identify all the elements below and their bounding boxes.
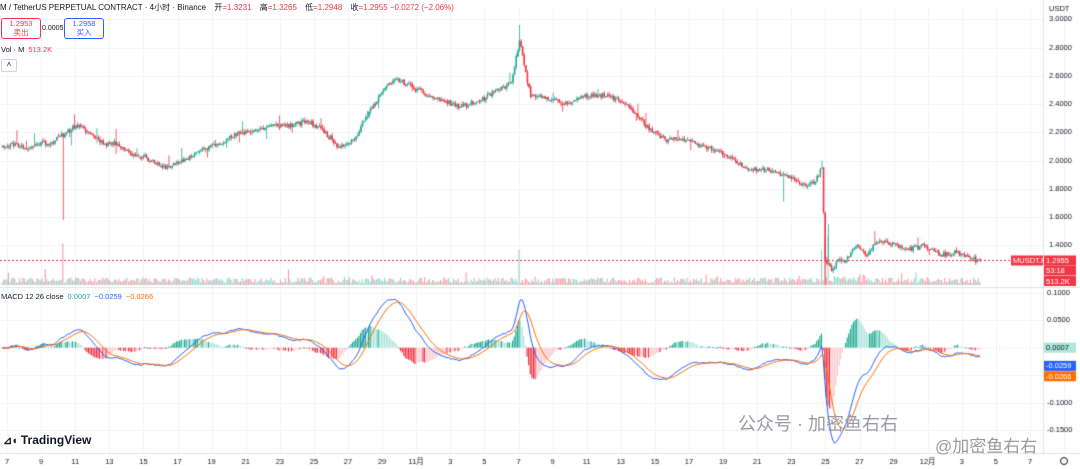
open-value: =1.3231: [222, 3, 252, 12]
low-label: 低: [305, 3, 314, 12]
buy-price: 1.2958: [72, 19, 96, 28]
sell-button[interactable]: 1.2953 卖出: [1, 18, 41, 39]
volume-label: Vol · M: [1, 45, 25, 54]
sell-label: 卖出: [13, 28, 29, 37]
tradingview-logo[interactable]: ⊿◖ TradingView: [3, 433, 91, 447]
volume-value: 513.2K: [28, 45, 53, 54]
watermark-handle: @加密鱼右右: [935, 437, 1038, 456]
macd-line-value: −0.0259: [94, 292, 122, 301]
sell-price: 1.2953: [9, 19, 33, 28]
macd-label: MACD 12 26 close: [1, 292, 64, 301]
close-value: =1.2955: [358, 3, 388, 12]
change-value: −0.0272 (−2.06%): [389, 3, 454, 12]
price-chart-canvas[interactable]: [0, 0, 1080, 469]
buy-button[interactable]: 1.2958 买入: [64, 18, 104, 39]
watermark-text: 公众号 · 加密鱼右右: [738, 414, 898, 434]
chevron-up-icon: ˄: [6, 60, 12, 69]
brand-name: TradingView: [20, 433, 92, 447]
spread-value: 0.0005: [42, 25, 64, 32]
low-value: =1.2948: [313, 3, 343, 12]
symbol-title[interactable]: M / TetherUS PERPETUAL CONTRACT · 4小时 · …: [0, 3, 206, 12]
macd-legend[interactable]: MACD 12 26 close 0.0007 −0.0259 −0.0266: [1, 292, 153, 301]
chart-header: M / TetherUS PERPETUAL CONTRACT · 4小时 · …: [0, 2, 454, 13]
close-label: 收: [350, 3, 359, 12]
tradingview-icon: ⊿◖: [3, 435, 18, 447]
high-label: 高: [259, 3, 268, 12]
macd-signal-value: −0.0266: [125, 292, 154, 301]
macd-hist-value: 0.0007: [67, 292, 91, 301]
volume-legend[interactable]: Vol · M 513.2K: [1, 45, 52, 54]
high-value: =1.3265: [267, 3, 297, 12]
buy-label: 买入: [76, 28, 92, 37]
collapse-legend-button[interactable]: ˄: [1, 59, 17, 72]
